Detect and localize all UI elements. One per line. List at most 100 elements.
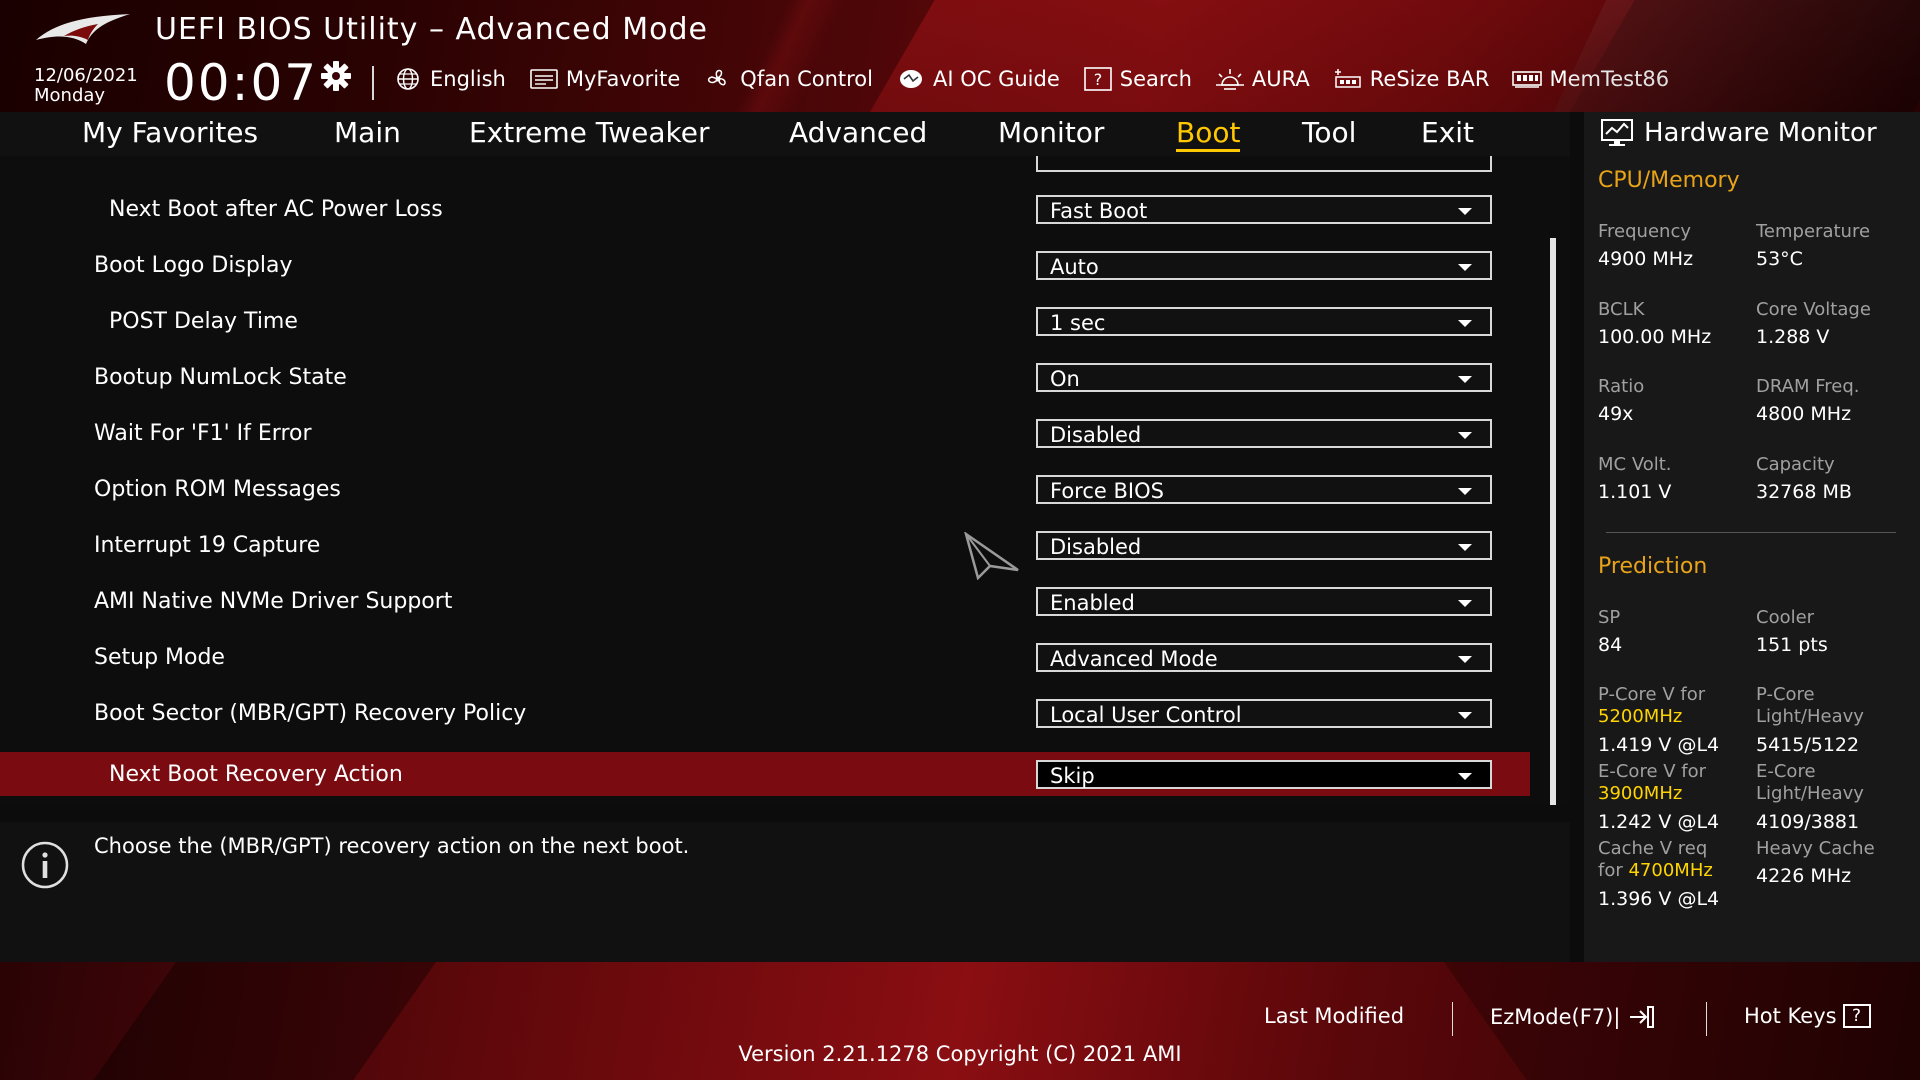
pcore-v-label: P-Core V for bbox=[1598, 684, 1706, 705]
ezmode-button[interactable]: EzMode(F7)| bbox=[1490, 1004, 1656, 1030]
toolbar-item-resize-bar[interactable]: ReSize BAR bbox=[1332, 67, 1490, 91]
setting-label: Bootup NumLock State bbox=[94, 365, 347, 390]
caret-down-icon bbox=[1458, 544, 1472, 551]
dropdown-value: Disabled bbox=[1050, 423, 1142, 447]
setting-dropdown[interactable]: Skip bbox=[1036, 760, 1492, 789]
setting-row-recovery-action[interactable]: Next Boot Recovery Action Skip bbox=[0, 752, 1530, 796]
footer-divider bbox=[1452, 1002, 1453, 1036]
frequency-label: Frequency bbox=[1598, 221, 1691, 242]
setting-label: Boot Sector (MBR/GPT) Recovery Policy bbox=[94, 701, 527, 726]
setting-row-recovery-policy[interactable]: Boot Sector (MBR/GPT) Recovery Policy Lo… bbox=[0, 691, 1530, 735]
setting-row-nvme-driver[interactable]: AMI Native NVMe Driver Support Enabled bbox=[0, 579, 1530, 623]
toolbar-item-ai-oc-guide[interactable]: AI OC Guide bbox=[895, 67, 1060, 91]
dropdown-value: Enabled bbox=[1050, 591, 1135, 615]
setting-dropdown[interactable]: 1 sec bbox=[1036, 307, 1492, 336]
toolbar-label: Search bbox=[1119, 67, 1192, 91]
toolbar-label: English bbox=[430, 67, 506, 91]
tab-advanced[interactable]: Advanced bbox=[789, 116, 927, 149]
toolbar-item-search[interactable]: ? Search bbox=[1082, 67, 1192, 91]
svg-text:?: ? bbox=[1094, 70, 1103, 89]
footer-bar: Last Modified EzMode(F7)| Hot Keys ? Ver… bbox=[0, 962, 1920, 1080]
setting-row-post-delay[interactable]: POST Delay Time 1 sec bbox=[0, 299, 1530, 343]
setting-row-next-boot-ac[interactable]: Next Boot after AC Power Loss Fast Boot bbox=[0, 187, 1530, 231]
caret-down-icon bbox=[1458, 432, 1472, 439]
dropdown-value: Disabled bbox=[1050, 535, 1142, 559]
setting-dropdown[interactable]: Disabled bbox=[1036, 531, 1492, 560]
toolbar-item-qfan-control[interactable]: Qfan Control bbox=[702, 67, 873, 91]
dropdown-value: Local User Control bbox=[1050, 703, 1242, 727]
last-modified-button[interactable]: Last Modified bbox=[1264, 1004, 1404, 1028]
setting-row-interrupt-19[interactable]: Interrupt 19 Capture Disabled bbox=[0, 523, 1530, 567]
setting-dropdown[interactable]: Fast Boot bbox=[1036, 195, 1492, 224]
dropdown-value: Skip bbox=[1050, 764, 1095, 788]
sp-value: 84 bbox=[1598, 634, 1623, 656]
hot-keys-button[interactable]: Hot Keys ? bbox=[1744, 1004, 1871, 1028]
pcore-lh-label-2: Light/Heavy bbox=[1756, 706, 1864, 727]
tab-my-favorites[interactable]: My Favorites bbox=[82, 116, 258, 149]
info-icon bbox=[21, 841, 69, 889]
setting-label: AMI Native NVMe Driver Support bbox=[94, 589, 453, 614]
version-text: Version 2.21.1278 Copyright (C) 2021 AMI bbox=[738, 1042, 1182, 1066]
ecore-v-value: 1.242 V @L4 bbox=[1598, 811, 1720, 833]
toolbar-label: AI OC Guide bbox=[932, 67, 1060, 91]
dropdown-value: Auto bbox=[1050, 255, 1099, 279]
toolbar-label: ReSize BAR bbox=[1369, 67, 1490, 91]
tab-extreme-tweaker[interactable]: Extreme Tweaker bbox=[469, 116, 709, 149]
mc-volt-value: 1.101 V bbox=[1598, 481, 1672, 503]
aura-icon bbox=[1215, 69, 1244, 90]
cooler-label: Cooler bbox=[1756, 607, 1815, 628]
toolbar-item-myfavorite[interactable]: MyFavorite bbox=[528, 67, 680, 91]
toolbar-item-memtest86[interactable]: MemTest86 bbox=[1511, 67, 1669, 91]
setting-label: Boot Logo Display bbox=[94, 253, 293, 278]
setting-row-setup-mode[interactable]: Setup Mode Advanced Mode bbox=[0, 635, 1530, 679]
toolbar-item-english[interactable]: English bbox=[392, 67, 506, 91]
caret-down-icon bbox=[1458, 773, 1472, 780]
toolbar-label: MyFavorite bbox=[565, 67, 681, 91]
setting-label: Option ROM Messages bbox=[94, 477, 341, 502]
setting-label: Next Boot Recovery Action bbox=[109, 762, 403, 787]
footer-divider bbox=[1706, 1002, 1707, 1036]
tab-monitor[interactable]: Monitor bbox=[998, 116, 1104, 149]
caret-down-icon bbox=[1458, 376, 1472, 383]
cache-v-for: for bbox=[1598, 860, 1623, 881]
gear-icon[interactable] bbox=[320, 60, 352, 92]
setting-dropdown[interactable]: Advanced Mode bbox=[1036, 643, 1492, 672]
caret-down-icon bbox=[1458, 208, 1472, 215]
setting-dropdown[interactable]: Enabled bbox=[1036, 587, 1492, 616]
caret-down-icon bbox=[1458, 656, 1472, 663]
toolbar-item-aura[interactable]: AURA bbox=[1214, 67, 1310, 91]
setting-row-numlock[interactable]: Bootup NumLock State On bbox=[0, 355, 1530, 399]
ecore-lh-value: 4109/3881 bbox=[1756, 811, 1860, 833]
favorite-icon bbox=[530, 69, 558, 89]
setting-label: Setup Mode bbox=[94, 645, 225, 670]
tab-tool[interactable]: Tool bbox=[1302, 116, 1356, 149]
scrollbar[interactable] bbox=[1550, 238, 1556, 805]
tab-main[interactable]: Main bbox=[334, 116, 401, 149]
heavy-cache-value: 4226 MHz bbox=[1756, 865, 1852, 887]
setting-dropdown[interactable]: Auto bbox=[1036, 251, 1492, 280]
setting-dropdown[interactable]: Local User Control bbox=[1036, 699, 1492, 728]
hot-keys-label: Hot Keys bbox=[1744, 1004, 1837, 1028]
partial-dropdown-above bbox=[1036, 156, 1492, 172]
setting-row-boot-logo[interactable]: Boot Logo Display Auto bbox=[0, 243, 1530, 287]
cache-v-label-2: for 4700MHz bbox=[1598, 859, 1713, 882]
tab-exit[interactable]: Exit bbox=[1421, 116, 1474, 149]
dropdown-value: Fast Boot bbox=[1050, 199, 1148, 223]
capacity-label: Capacity bbox=[1756, 454, 1835, 475]
setting-dropdown[interactable]: Force BIOS bbox=[1036, 475, 1492, 504]
dropdown-value: Advanced Mode bbox=[1050, 647, 1218, 671]
setting-row-wait-f1[interactable]: Wait For 'F1' If Error Disabled bbox=[0, 411, 1530, 455]
hardware-monitor-label: Hardware Monitor bbox=[1644, 118, 1877, 148]
setting-row-option-rom[interactable]: Option ROM Messages Force BIOS bbox=[0, 467, 1530, 511]
header-bar: UEFI BIOS Utility – Advanced Mode 12/06/… bbox=[0, 0, 1920, 112]
setting-dropdown[interactable]: Disabled bbox=[1036, 419, 1492, 448]
cache-v-freq: 4700MHz bbox=[1628, 860, 1713, 881]
dropdown-value: 1 sec bbox=[1050, 311, 1106, 335]
mouse-pointer-icon bbox=[964, 532, 1019, 580]
toolbar: English MyFavorite Qfan Control AI OC Gu… bbox=[392, 64, 1669, 94]
section-cpu-memory: CPU/Memory bbox=[1598, 168, 1740, 193]
tab-boot[interactable]: Boot bbox=[1176, 116, 1241, 152]
dram-freq-label: DRAM Freq. bbox=[1756, 376, 1860, 397]
caret-down-icon bbox=[1458, 488, 1472, 495]
setting-dropdown[interactable]: On bbox=[1036, 363, 1492, 392]
